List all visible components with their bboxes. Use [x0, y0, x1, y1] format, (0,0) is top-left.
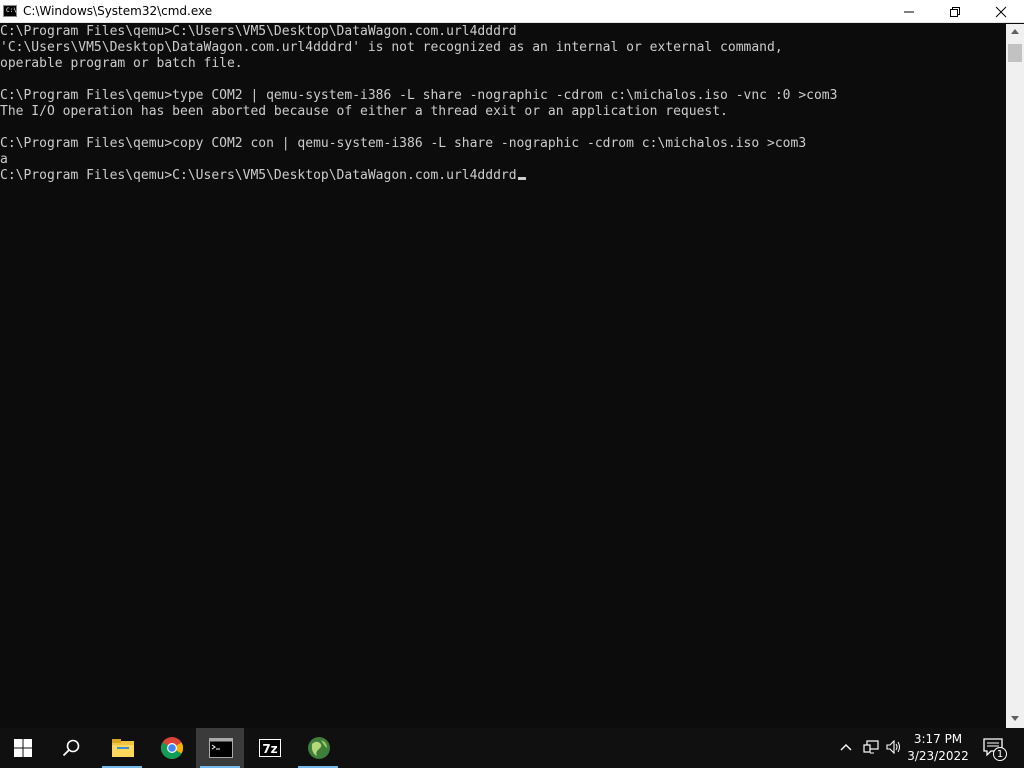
console-line: a — [0, 152, 8, 167]
console-line: 'C:\Users\VM5\Desktop\DataWagon.com.url4… — [0, 40, 783, 55]
text-cursor — [517, 177, 526, 180]
scroll-up-button[interactable] — [1006, 24, 1024, 41]
cmd-icon — [209, 738, 233, 758]
search-button[interactable] — [48, 728, 96, 768]
console-input-line[interactable]: C:\Program Files\qemu>C:\Users\VM5\Deskt… — [0, 168, 1006, 184]
chrome-icon — [161, 737, 183, 759]
scroll-down-button[interactable] — [1006, 711, 1024, 728]
restore-icon — [950, 7, 960, 17]
clock-time: 3:17 PM — [913, 732, 963, 746]
current-command: C:\Program Files\qemu>C:\Users\VM5\Deskt… — [0, 168, 517, 183]
network-button[interactable] — [859, 728, 883, 768]
taskbar: 7z 3:17 PM 3/23/2022 1 — [0, 728, 1024, 768]
console-area[interactable]: C:\Program Files\qemu>C:\Users\VM5\Deskt… — [0, 24, 1006, 728]
scroll-up-icon — [1011, 29, 1019, 34]
notification-count-badge: 1 — [993, 747, 1007, 761]
taskbar-file-explorer[interactable] — [98, 728, 146, 768]
taskbar-cmd[interactable] — [196, 728, 244, 768]
cmd-icon: C:\ — [3, 5, 17, 17]
taskbar-chrome[interactable] — [147, 728, 195, 768]
console-line: C:\Program Files\qemu>type COM2 | qemu-s… — [0, 88, 838, 103]
volume-button[interactable] — [882, 728, 906, 768]
start-icon — [14, 739, 32, 757]
chevron-up-icon — [840, 744, 852, 751]
console-line: C:\Program Files\qemu>C:\Users\VM5\Deskt… — [0, 24, 517, 39]
vertical-scrollbar[interactable] — [1006, 24, 1024, 728]
volume-icon — [886, 740, 900, 754]
window-title: C:\Windows\System32\cmd.exe — [23, 4, 213, 18]
search-icon — [62, 739, 80, 757]
notifications-button[interactable]: 1 — [980, 728, 1020, 768]
show-hidden-icons-button[interactable] — [835, 728, 859, 768]
taskbar-app-globe[interactable] — [294, 728, 342, 768]
close-button[interactable] — [978, 0, 1024, 23]
scroll-down-icon — [1011, 716, 1019, 721]
cmd-icon-label: C:\ — [6, 7, 17, 14]
restore-button[interactable] — [932, 0, 978, 23]
console-line: operable program or batch file. — [0, 56, 243, 71]
7zip-icon: 7z — [259, 739, 281, 757]
console-line: C:\Program Files\qemu>copy COM2 con | qe… — [0, 136, 807, 151]
scroll-thumb[interactable] — [1008, 44, 1022, 62]
file-explorer-icon — [112, 739, 134, 757]
minimize-button[interactable] — [886, 0, 932, 23]
taskbar-7zip[interactable]: 7z — [245, 728, 293, 768]
7zip-icon-label: 7z — [262, 742, 277, 756]
console-output: C:\Program Files\qemu>C:\Users\VM5\Deskt… — [0, 24, 1006, 184]
app-globe-icon — [308, 737, 330, 759]
clock-date: 3/23/2022 — [907, 749, 969, 763]
start-button[interactable] — [0, 728, 48, 768]
close-icon — [995, 6, 1007, 18]
minimize-icon — [904, 11, 914, 13]
title-bar: C:\ C:\Windows\System32\cmd.exe — [0, 0, 1024, 23]
network-icon — [863, 740, 879, 754]
taskbar-clock[interactable]: 3:17 PM 3/23/2022 — [906, 731, 970, 765]
console-line: The I/O operation has been aborted becau… — [0, 104, 728, 119]
